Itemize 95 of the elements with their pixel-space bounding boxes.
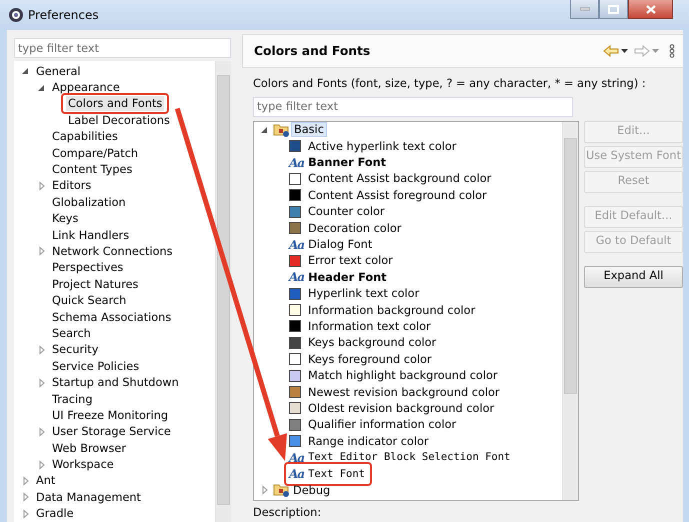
tree-item[interactable]: Header Font: [306, 270, 389, 285]
maximize-icon: [608, 4, 619, 14]
color-swatch[interactable]: [289, 206, 301, 218]
color-swatch[interactable]: [289, 435, 301, 448]
tree-item[interactable]: Information text color: [306, 318, 433, 334]
font-icon: Aa: [289, 268, 304, 286]
color-swatch[interactable]: [289, 172, 301, 185]
font-icon: Aa: [289, 448, 304, 467]
view-menu-icon[interactable]: [669, 44, 675, 58]
action-button[interactable]: Expand All: [584, 266, 683, 288]
tree-item[interactable]: Match highlight background color: [306, 368, 500, 384]
tree-item[interactable]: Service Policies: [50, 358, 142, 374]
font-icon: Aa: [289, 465, 304, 483]
minimize-button[interactable]: [570, 0, 599, 19]
tree-item[interactable]: Newest revision background color: [306, 384, 502, 400]
tree-item[interactable]: Qualifier information color: [306, 417, 458, 432]
tree-item[interactable]: Colors and Fonts: [66, 96, 164, 112]
color-swatch[interactable]: [289, 353, 301, 366]
tree-item[interactable]: Content Assist background color: [306, 171, 494, 186]
tree-item[interactable]: Text Editor Block Selection Font: [306, 450, 512, 466]
tree-item[interactable]: Appearance: [50, 80, 122, 96]
tree-item[interactable]: Quick Search: [50, 293, 128, 308]
triangle-icon[interactable]: [21, 66, 31, 76]
page-title: Colors and Fonts: [254, 42, 370, 60]
tree-item[interactable]: Network Connections: [50, 244, 175, 259]
font-icon: Aa: [289, 154, 304, 172]
close-icon: [646, 4, 656, 14]
triangle-icon[interactable]: [37, 82, 47, 93]
tree-item[interactable]: Error text color: [306, 253, 395, 268]
tree-item[interactable]: Text Font: [306, 466, 367, 482]
filter-field[interactable]: type filter text: [253, 96, 573, 117]
color-swatch[interactable]: [289, 288, 301, 300]
tree-item[interactable]: Capabilities: [50, 129, 120, 144]
font-icon: Aa: [289, 236, 304, 254]
tree-item[interactable]: Schema Associations: [50, 310, 174, 325]
tree-item[interactable]: Globalization: [50, 194, 128, 210]
tree-item[interactable]: Dialog Font: [306, 237, 374, 252]
tree-item[interactable]: Editors: [50, 178, 94, 194]
caret-icon[interactable]: [621, 49, 628, 53]
tree-item[interactable]: UI Freeze Monitoring: [50, 408, 170, 423]
tree-item[interactable]: Content Types: [50, 162, 134, 178]
tree-item[interactable]: Tracing: [50, 392, 94, 406]
tree-item[interactable]: Startup and Shutdown: [50, 375, 181, 390]
tree-item[interactable]: Web Browser: [50, 440, 128, 456]
minimize-icon: [580, 7, 590, 11]
tree-item[interactable]: Keys: [50, 211, 80, 226]
tree-item[interactable]: Decoration color: [306, 220, 404, 236]
tree-item[interactable]: Label Decorations: [66, 112, 172, 128]
folder-icon: [273, 482, 290, 498]
tree-item[interactable]: Range indicator color: [306, 434, 431, 449]
tree-item[interactable]: Compare/Patch: [50, 146, 140, 161]
color-swatch[interactable]: [289, 418, 301, 431]
tree-item[interactable]: Counter color: [306, 204, 387, 220]
tree-item[interactable]: Debug: [291, 482, 332, 498]
close-button[interactable]: [628, 0, 673, 19]
tree-item[interactable]: Link Handlers: [50, 228, 132, 243]
tree-item[interactable]: Gradle: [34, 506, 76, 522]
tree-item[interactable]: Keys foreground color: [306, 352, 434, 367]
tree-item[interactable]: Oldest revision background color: [306, 400, 496, 416]
tree-item[interactable]: Ant: [34, 473, 58, 488]
color-swatch[interactable]: [289, 402, 301, 414]
tree-item[interactable]: Active hyperlink text color: [306, 138, 458, 154]
tree-item[interactable]: Workspace: [50, 457, 116, 472]
tree-item[interactable]: Basic: [291, 122, 327, 138]
tree-item[interactable]: Hyperlink text color: [306, 286, 422, 302]
tree-item[interactable]: General: [34, 64, 83, 79]
tree-item[interactable]: Banner Font: [306, 155, 388, 170]
color-swatch[interactable]: [289, 336, 301, 349]
color-swatch[interactable]: [289, 304, 301, 316]
triangle-icon[interactable]: [260, 124, 270, 135]
tree-item[interactable]: Data Management: [34, 490, 143, 505]
description-label: Description:: [253, 505, 322, 522]
tree-item[interactable]: Keys background color: [306, 335, 438, 350]
tree-item[interactable]: User Storage Service: [50, 424, 173, 440]
folder-icon: [273, 122, 290, 138]
app-icon: [8, 7, 24, 23]
tree-item[interactable]: Perspectives: [50, 260, 126, 276]
color-swatch[interactable]: [289, 222, 301, 234]
filter-field[interactable]: type filter text: [14, 38, 231, 58]
window-title: Preferences: [28, 7, 99, 24]
color-swatch[interactable]: [289, 254, 301, 267]
tree-item[interactable]: Content Assist foreground color: [306, 188, 489, 203]
maximize-button[interactable]: [599, 0, 628, 19]
color-swatch[interactable]: [289, 320, 301, 332]
scrollbar[interactable]: [562, 122, 578, 500]
color-swatch[interactable]: [289, 189, 301, 202]
tree-item[interactable]: Security: [50, 342, 100, 358]
color-swatch[interactable]: [289, 370, 301, 382]
tree-item[interactable]: Information background color: [306, 302, 478, 318]
tree-item[interactable]: Project Natures: [50, 276, 140, 292]
color-swatch[interactable]: [289, 386, 301, 398]
scrollbar[interactable]: [215, 61, 231, 522]
color-swatch[interactable]: [289, 140, 301, 152]
filter-label: Colors and Fonts (font, size, type, ? = any character, * = any string) :: [253, 76, 647, 92]
tree-item[interactable]: Search: [50, 326, 93, 341]
